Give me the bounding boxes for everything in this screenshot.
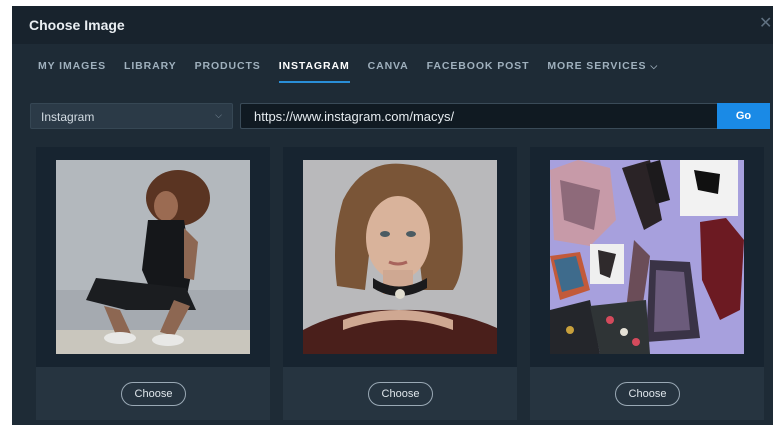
tab-my-images[interactable]: MY IMAGES — [38, 60, 106, 84]
tab-products[interactable]: PRODUCTS — [195, 60, 261, 84]
choose-button[interactable]: Choose — [368, 382, 433, 406]
source-select-value: Instagram — [41, 110, 95, 124]
tab-facebook-post[interactable]: FACEBOOK POST — [427, 60, 530, 84]
tab-label: FACEBOOK POST — [426, 60, 530, 72]
service-tabs: MY IMAGES LIBRARY PRODUCTS INSTAGRAM CAN… — [38, 60, 676, 90]
image-card: Choose — [36, 147, 270, 420]
choose-image-dialog: Choose Image ✕ MY IMAGES LIBRARY PRODUCT… — [12, 6, 773, 425]
tab-label: MY IMAGES — [38, 60, 106, 72]
tab-label: CANVA — [367, 60, 409, 72]
tab-library[interactable]: LIBRARY — [124, 60, 177, 84]
chevron-down-icon: ⌵ — [215, 110, 222, 120]
dialog-title: Choose Image — [29, 17, 125, 33]
choose-button[interactable]: Choose — [615, 382, 680, 406]
url-input[interactable] — [240, 103, 717, 129]
image-thumbnail[interactable] — [550, 160, 744, 354]
tab-more-services[interactable]: MORE SERVICES ⌵ — [547, 60, 658, 84]
tab-canva[interactable]: CANVA — [368, 60, 409, 84]
source-select[interactable]: Instagram ⌵ — [30, 103, 233, 129]
tab-label: INSTAGRAM — [278, 60, 350, 72]
choose-button[interactable]: Choose — [121, 382, 186, 406]
go-button[interactable]: Go — [717, 103, 770, 129]
card-footer: Choose — [530, 367, 764, 420]
image-thumbnail[interactable] — [303, 160, 497, 354]
card-footer: Choose — [36, 367, 270, 420]
tab-label: MORE SERVICES — [547, 60, 647, 72]
tab-label: LIBRARY — [124, 60, 177, 72]
image-thumbnail[interactable] — [56, 160, 250, 354]
tab-label: PRODUCTS — [194, 60, 261, 72]
chevron-down-icon: ⌵ — [650, 61, 659, 71]
tab-instagram[interactable]: INSTAGRAM — [278, 60, 350, 84]
close-icon[interactable]: ✕ — [759, 15, 773, 33]
dialog-titlebar: Choose Image ✕ — [12, 6, 773, 44]
image-card: Choose — [530, 147, 764, 420]
card-footer: Choose — [283, 367, 517, 420]
image-card: Choose — [283, 147, 517, 420]
